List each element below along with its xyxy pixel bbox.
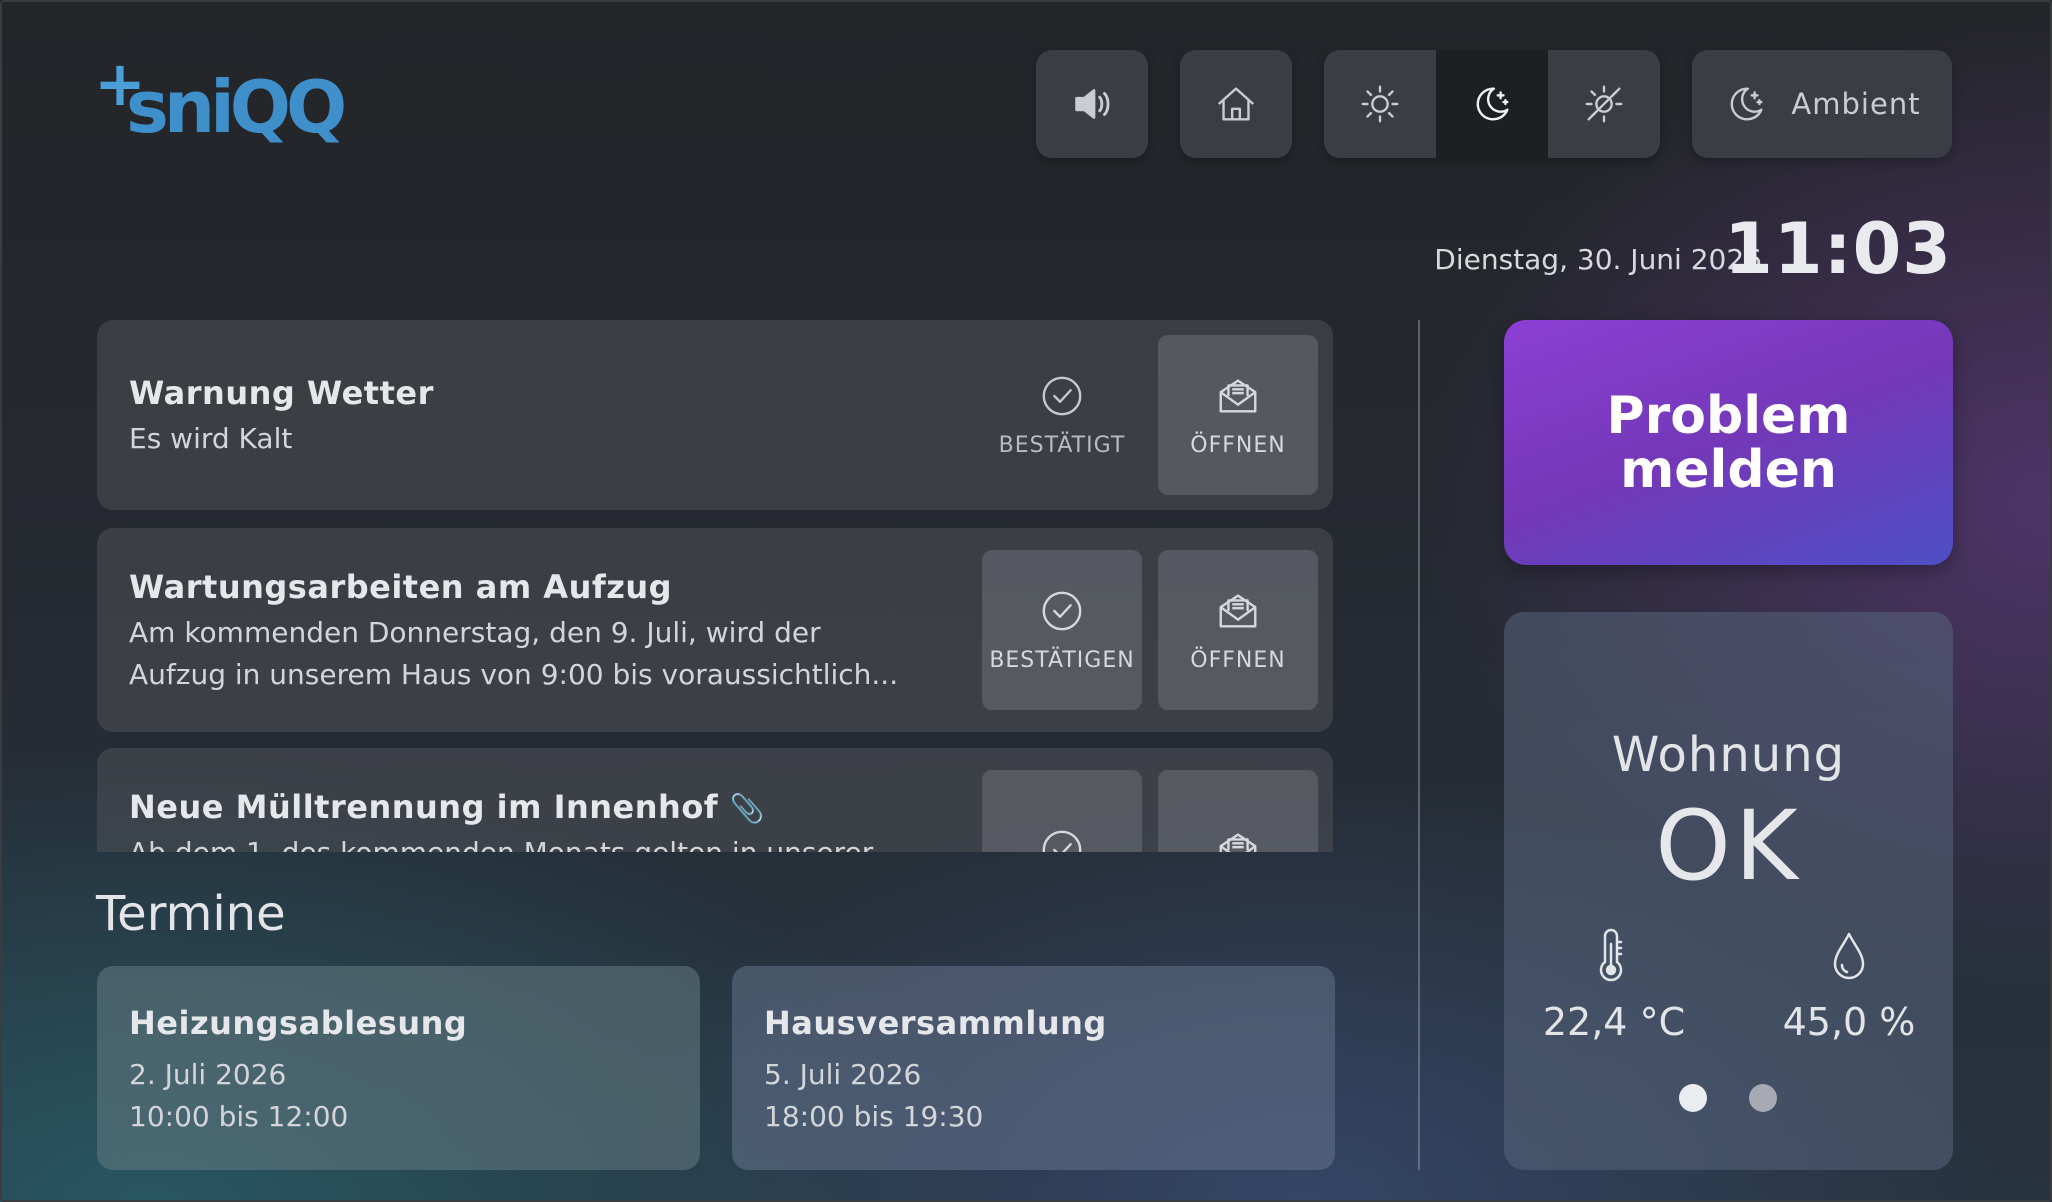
message-title: Neue Mülltrennung im Innenhof 📎 <box>129 788 765 826</box>
appointment-date: 2. Juli 2026 <box>129 1058 287 1091</box>
thermometer-icon <box>1599 928 1623 982</box>
water-drop-icon <box>1833 932 1865 980</box>
check-circle-icon <box>1042 591 1082 630</box>
confirmed-status: BESTÄTIGT <box>982 335 1142 495</box>
appointment-card[interactable]: Hausversammlung 5. Juli 2026 18:00 bis 1… <box>732 966 1335 1170</box>
temperature-value: 22,4 °C <box>1542 1000 1686 1044</box>
confirm-button[interactable] <box>982 770 1142 852</box>
home-button[interactable] <box>1180 50 1292 158</box>
open-label: ÖFFNEN <box>1190 432 1286 458</box>
message-title-text: Neue Mülltrennung im Innenhof <box>129 788 719 826</box>
open-button[interactable]: ÖFFNEN <box>1158 550 1318 710</box>
open-button[interactable] <box>1158 770 1318 852</box>
report-problem-button[interactable]: Problem melden <box>1504 320 1953 565</box>
sun-icon <box>1361 85 1399 123</box>
message-card[interactable]: Neue Mülltrennung im Innenhof 📎 Ab dem 1… <box>97 748 1333 852</box>
moon-stars-icon <box>1731 87 1763 121</box>
report-problem-label: Problem melden <box>1606 385 1851 500</box>
appointment-title: Hausversammlung <box>764 1004 1107 1042</box>
humidity-value: 45,0 % <box>1782 1000 1916 1044</box>
envelope-open-icon <box>1219 378 1257 413</box>
appointment-card[interactable]: Heizungsablesung 2. Juli 2026 10:00 bis … <box>97 966 700 1170</box>
logo-wordmark: sniQQ <box>126 65 347 149</box>
envelope-open-icon <box>1219 593 1257 628</box>
check-circle-icon <box>1042 830 1082 852</box>
apartment-status-card[interactable]: Wohnung OK 22,4 °C 45,0 % <box>1504 612 1953 1170</box>
ambient-label: Ambient <box>1791 87 1921 121</box>
message-card[interactable]: Warnung Wetter Es wird Kalt BESTÄTIGT ÖF… <box>97 320 1333 510</box>
display-mode-switch <box>1324 50 1660 158</box>
message-title: Warnung Wetter <box>129 374 434 412</box>
snigg-logo: + sniQQ <box>94 47 354 155</box>
appointment-title: Heizungsablesung <box>129 1004 468 1042</box>
appointment-date: 5. Juli 2026 <box>764 1058 922 1091</box>
status-label: Wohnung <box>1611 727 1846 783</box>
current-time: 11:03 <box>1724 208 1952 290</box>
message-body: Ab dem 1. des kommenden Monats gelten in… <box>129 832 909 852</box>
speaker-icon <box>1075 89 1110 119</box>
home-icon <box>1217 87 1255 121</box>
night-mode-button[interactable] <box>1436 50 1548 158</box>
appointment-time: 10:00 bis 12:00 <box>129 1100 349 1133</box>
day-mode-button[interactable] <box>1324 50 1436 158</box>
ambient-button[interactable]: Ambient <box>1692 50 1952 158</box>
paperclip-icon: 📎 <box>729 792 766 825</box>
current-date: Dienstag, 30. Juni 2026 <box>1434 243 1762 276</box>
lights-off-button[interactable] <box>1548 50 1660 158</box>
sun-off-icon <box>1585 85 1623 123</box>
check-circle-icon <box>1042 376 1082 415</box>
page-indicator-dot-active[interactable] <box>1679 1084 1707 1112</box>
appointment-time: 18:00 bis 19:30 <box>764 1100 984 1133</box>
message-list[interactable]: Warnung Wetter Es wird Kalt BESTÄTIGT ÖF… <box>97 320 1333 852</box>
message-body: Am kommenden Donnerstag, den 9. Juli, wi… <box>129 616 899 691</box>
moon-stars-icon <box>1476 87 1509 121</box>
confirm-button[interactable]: BESTÄTIGEN <box>982 550 1142 710</box>
message-card[interactable]: Wartungsarbeiten am Aufzug Am kommenden … <box>97 528 1333 732</box>
confirm-label: BESTÄTIGEN <box>989 647 1135 673</box>
message-body: Es wird Kalt <box>129 422 293 455</box>
envelope-open-icon <box>1219 833 1257 852</box>
vertical-divider <box>1418 320 1420 1170</box>
volume-button[interactable] <box>1036 50 1148 158</box>
open-label: ÖFFNEN <box>1190 647 1286 673</box>
termine-heading: Termine <box>96 886 286 942</box>
status-state: OK <box>1655 790 1802 902</box>
page-indicator-dot[interactable] <box>1749 1084 1777 1112</box>
confirm-label: BESTÄTIGT <box>998 432 1126 458</box>
message-title: Wartungsarbeiten am Aufzug <box>129 568 673 606</box>
open-button[interactable]: ÖFFNEN <box>1158 335 1318 495</box>
